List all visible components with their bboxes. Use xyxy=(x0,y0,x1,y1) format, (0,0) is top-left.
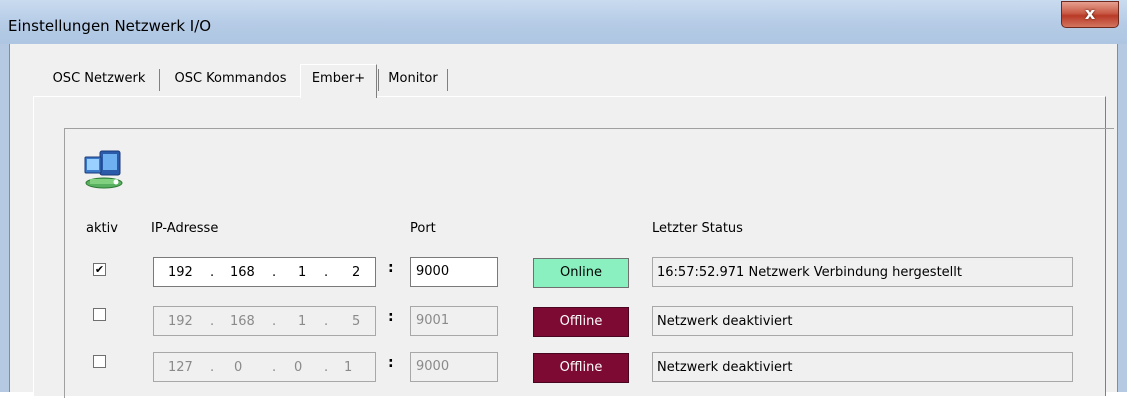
ip-port-separator: : xyxy=(388,260,394,276)
tab-osc-kommandos[interactable]: OSC Kommandos xyxy=(161,66,300,94)
ip-octet: 1 xyxy=(298,314,307,329)
header-ip-address: IP-Adresse xyxy=(151,221,219,236)
ip-octet: 0 xyxy=(234,360,243,375)
ip-address-field[interactable]: 192 . 168 . 1 . 2 xyxy=(153,257,376,287)
ip-port-separator: : xyxy=(388,355,394,371)
ip-port-separator: : xyxy=(388,309,394,325)
header-port: Port xyxy=(410,221,436,236)
header-last-status: Letzter Status xyxy=(652,221,743,236)
tab-ember-plus[interactable]: Ember+ xyxy=(300,64,377,98)
window-frame-left xyxy=(0,44,9,392)
tab-separator xyxy=(447,69,448,91)
ip-octet: 2 xyxy=(352,265,361,280)
header-aktiv: aktiv xyxy=(86,221,118,236)
close-button[interactable]: x xyxy=(1061,1,1119,28)
window-title: Einstellungen Netzwerk I/O xyxy=(8,17,212,35)
online-button[interactable]: Online xyxy=(533,258,629,288)
status-field: Netzwerk deaktiviert xyxy=(652,306,1073,336)
port-field[interactable]: 9001 xyxy=(410,306,498,336)
ip-octet: 1 xyxy=(298,265,307,280)
ip-octet: 1 xyxy=(344,360,353,375)
ip-octet: 192 xyxy=(168,265,193,280)
ip-octet: 5 xyxy=(352,314,361,329)
status-field: 16:57:52.971 Netzwerk Verbindung hergest… xyxy=(652,257,1073,287)
active-checkbox[interactable]: ✔ xyxy=(93,263,106,276)
active-checkbox[interactable] xyxy=(93,355,106,368)
ip-octet: 168 xyxy=(230,265,255,280)
ip-dot: . xyxy=(272,314,277,329)
ip-dot: . xyxy=(210,265,215,280)
tab-separator xyxy=(378,69,379,91)
title-bar[interactable]: Einstellungen Netzwerk I/O x xyxy=(0,0,1127,44)
ip-dot: . xyxy=(210,360,215,375)
settings-window: Einstellungen Netzwerk I/O x OSC Netzwer… xyxy=(0,0,1127,398)
ip-dot: . xyxy=(324,265,329,280)
port-field[interactable]: 9000 xyxy=(410,352,498,382)
ip-dot: . xyxy=(324,314,329,329)
ip-octet: 0 xyxy=(294,360,303,375)
ip-octet: 168 xyxy=(230,314,255,329)
status-field: Netzwerk deaktiviert xyxy=(652,352,1073,382)
ip-dot: . xyxy=(210,314,215,329)
tab-separator xyxy=(159,69,160,91)
tab-monitor[interactable]: Monitor xyxy=(380,66,446,94)
ip-octet: 127 xyxy=(168,360,193,375)
port-field[interactable]: 9000 xyxy=(410,257,498,287)
ip-dot: . xyxy=(324,360,329,375)
ip-octet: 192 xyxy=(168,314,193,329)
active-checkbox[interactable] xyxy=(93,308,106,321)
offline-button[interactable]: Offline xyxy=(533,307,629,337)
network-computer-icon xyxy=(84,150,123,189)
ip-address-field[interactable]: 192 . 168 . 1 . 5 xyxy=(153,306,376,336)
window-frame-right xyxy=(1118,44,1127,392)
ip-dot: . xyxy=(272,360,277,375)
ip-dot: . xyxy=(272,265,277,280)
tab-osc-netzwerk[interactable]: OSC Netzwerk xyxy=(40,66,158,94)
ip-address-field[interactable]: 127 . 0 . 0 . 1 xyxy=(153,352,376,382)
offline-button[interactable]: Offline xyxy=(533,353,629,383)
